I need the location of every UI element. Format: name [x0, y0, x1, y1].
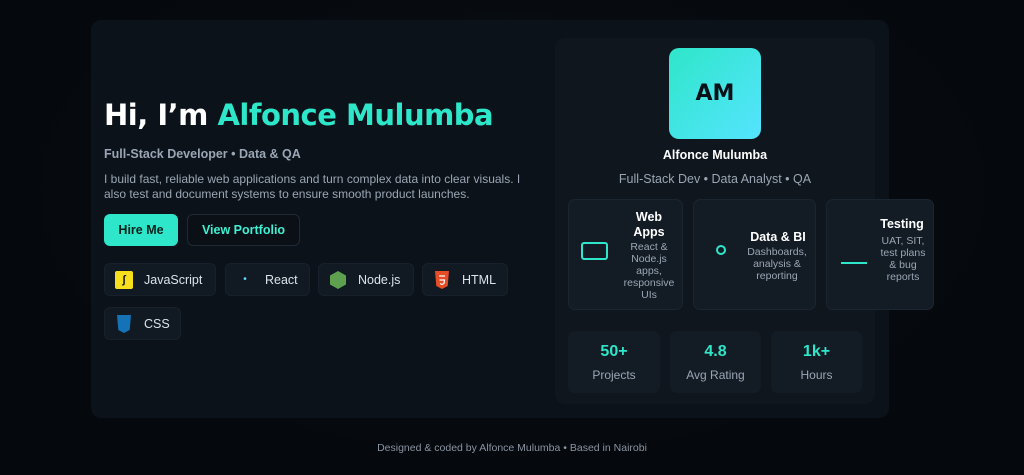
service-description: React & Node.js apps, responsive UIs: [623, 241, 675, 301]
nodejs-icon: [329, 270, 347, 289]
avatar: AM: [669, 48, 761, 139]
skill-chip-html: HTML: [422, 263, 508, 296]
skill-label: HTML: [462, 272, 497, 287]
stat-value: 50+: [600, 343, 628, 360]
skill-label: React: [265, 272, 298, 287]
skill-chip-javascript: ʃ JavaScript: [104, 263, 216, 296]
service-title: Data & BI: [750, 230, 806, 244]
service-description: UAT, SIT, test plans & bug reports: [880, 235, 926, 283]
stat-projects: 50+ Projects: [568, 331, 660, 393]
stat-value: 4.8: [704, 343, 727, 360]
hero-name: Alfonce Mulumba: [217, 98, 494, 132]
skill-chip-nodejs: Node.js: [318, 263, 414, 296]
skill-chip-css: CSS: [104, 307, 181, 340]
monitor-icon: [581, 242, 608, 260]
service-card-web-apps: Web Apps React & Node.js apps, responsiv…: [568, 199, 683, 310]
stat-label: Avg Rating: [686, 368, 745, 382]
skill-label: CSS: [144, 316, 170, 331]
profile-role: Full-Stack Dev • Data Analyst • QA: [618, 172, 812, 186]
javascript-icon: ʃ: [115, 270, 133, 289]
stat-label: Hours: [800, 368, 833, 382]
service-card-testing: Testing UAT, SIT, test plans & bug repor…: [826, 199, 934, 310]
circle-icon: [716, 245, 726, 255]
footer-credit: Designed & coded by Alfonce Mulumba • Ba…: [377, 442, 647, 454]
service-title: Testing: [880, 217, 924, 231]
service-title: Web Apps: [633, 210, 665, 239]
stat-label: Projects: [592, 368, 636, 382]
stat-hours: 1k+ Hours: [771, 331, 862, 393]
line-icon: [841, 262, 867, 264]
hero-subtitle: Full-Stack Developer • Data & QA: [104, 147, 301, 161]
stat-avg-rating: 4.8 Avg Rating: [670, 331, 761, 393]
service-description: Dashboards, analysis & reporting: [747, 246, 807, 282]
hero-title: Hi, I’m Alfonce Mulumba: [104, 98, 494, 132]
stat-value: 1k+: [802, 343, 831, 360]
skill-label: Node.js: [358, 272, 401, 287]
html5-icon: [433, 270, 451, 289]
react-icon: •: [243, 274, 247, 285]
hire-me-button[interactable]: Hire Me: [104, 214, 178, 246]
service-card-data-bi: Data & BI Dashboards, analysis & reporti…: [693, 199, 816, 310]
view-portfolio-button[interactable]: View Portfolio: [187, 214, 300, 246]
css3-icon: [115, 314, 133, 333]
skill-label: JavaScript: [144, 272, 203, 287]
greeting-text: Hi, I’m: [104, 98, 208, 132]
page: Hi, I’m Alfonce Mulumba Full-Stack Devel…: [0, 0, 1024, 475]
skill-chip-react: • React: [225, 263, 310, 296]
hero-bio: I build fast, reliable web applications …: [104, 172, 521, 201]
profile-name: Alfonce Mulumba: [662, 148, 768, 162]
